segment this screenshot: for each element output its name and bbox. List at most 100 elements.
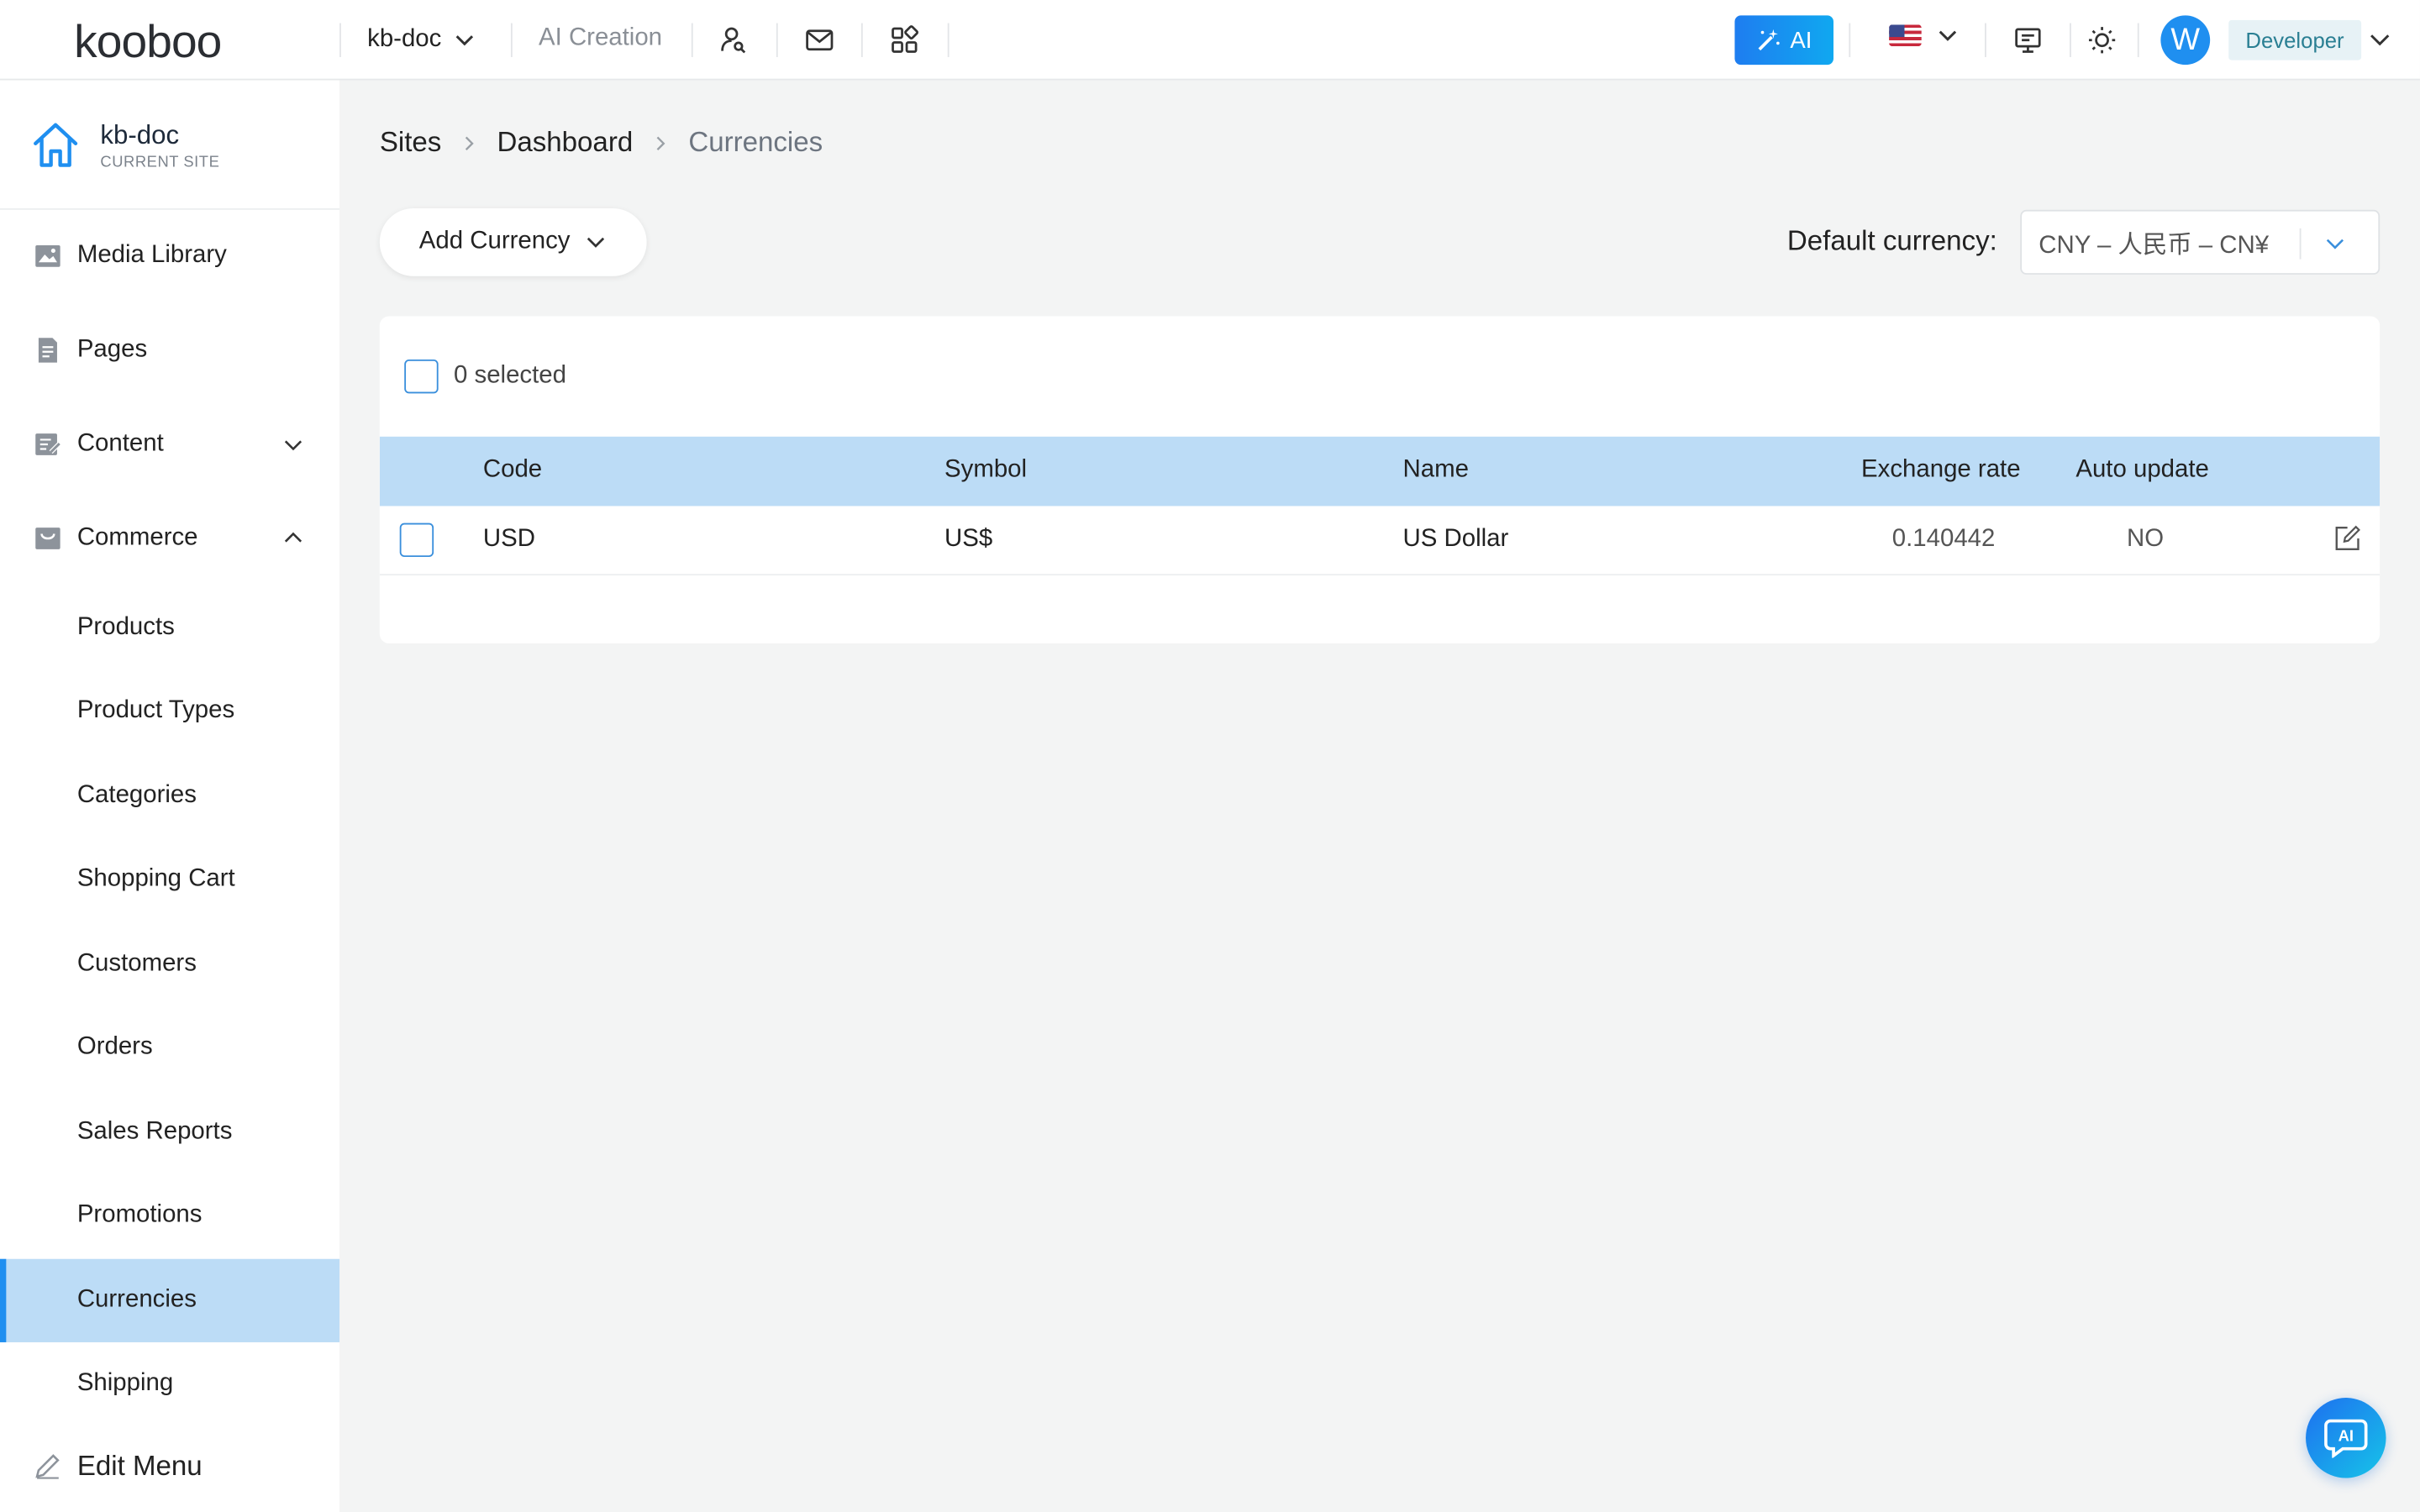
sidebar-item-label: Shipping: [76, 1369, 174, 1397]
divider: [860, 23, 863, 57]
sidebar-item-label: Sales Reports: [76, 1118, 233, 1145]
app-root: kooboo kb-doc AI Creation AI W Developer…: [0, 0, 2420, 1512]
cell-exchange-rate: 0.140442: [1891, 526, 1996, 553]
apps-icon[interactable]: [886, 22, 923, 59]
sidebar-item-label: Shopping Cart: [76, 865, 235, 892]
edit-menu-label: Edit Menu: [76, 1449, 203, 1481]
page-icon: [38, 338, 57, 363]
select-all-row: 0 selected: [404, 359, 566, 394]
sidebar-item-label: Promotions: [76, 1201, 203, 1229]
divider: [2137, 23, 2139, 57]
current-site-header[interactable]: kb-doc CURRENT SITE: [0, 81, 340, 210]
svg-text:AI: AI: [2338, 1426, 2354, 1444]
edit-icon[interactable]: [2333, 524, 2361, 552]
pencil-icon: [35, 1454, 60, 1479]
sidebar-item-products[interactable]: Products: [0, 586, 339, 669]
divider: [947, 23, 950, 57]
monitor-icon[interactable]: [2009, 22, 2046, 59]
sidebar-item-label: Currencies: [76, 1286, 197, 1314]
column-header-exchange-rate: Exchange rate: [1861, 456, 2021, 483]
sidebar-item-orders[interactable]: Orders: [0, 1006, 339, 1089]
divider: [691, 23, 693, 57]
user-search-icon[interactable]: [714, 22, 751, 59]
site-selector-label: kb-doc: [367, 26, 442, 53]
edit-menu-button[interactable]: Edit Menu: [0, 1424, 339, 1507]
table-row[interactable]: USD US$ US Dollar 0.140442 NO: [379, 506, 2381, 576]
column-header-name: Name: [1402, 456, 1469, 483]
kooboo-logo[interactable]: kooboo: [74, 15, 268, 67]
divider: [339, 23, 341, 57]
column-header-code: Code: [482, 456, 543, 483]
chevron-down-icon: [1939, 30, 1957, 41]
sidebar-item-media-library[interactable]: Media Library: [0, 214, 339, 297]
mail-icon[interactable]: [801, 22, 838, 59]
ai-creation-link[interactable]: AI Creation: [539, 24, 662, 52]
divider: [1984, 23, 1986, 57]
sidebar-item-commerce[interactable]: Commerce: [0, 496, 339, 580]
breadcrumb: Sites Dashboard Currencies: [380, 127, 823, 160]
divider: [1849, 23, 1851, 57]
sidebar-item-shopping-cart[interactable]: Shopping Cart: [0, 837, 339, 921]
currency-table-card: 0 selected Code Symbol Name Exchange rat…: [379, 316, 2381, 643]
chevron-down-icon: [2326, 239, 2344, 249]
chevron-down-icon: [455, 35, 474, 46]
sidebar-item-label: Media Library: [76, 242, 227, 269]
cell-auto-update: NO: [2126, 526, 2165, 553]
site-subtitle: CURRENT SITE: [100, 154, 220, 171]
sun-icon[interactable]: [2084, 22, 2121, 59]
chevron-down-icon: [587, 237, 605, 248]
divider: [776, 23, 778, 57]
sidebar-item-label: Pages: [76, 336, 148, 363]
content-icon: [35, 433, 61, 455]
breadcrumb-currencies: Currencies: [688, 126, 823, 158]
breadcrumb-dashboard[interactable]: Dashboard: [497, 127, 633, 160]
divider: [2299, 228, 2302, 260]
sidebar-item-label: Product Types: [76, 697, 235, 724]
role-dropdown-chevron[interactable]: [2367, 28, 2391, 60]
sidebar-item-label: Commerce: [76, 524, 198, 551]
us-flag-icon: [1889, 24, 1922, 47]
commerce-icon: [35, 528, 60, 549]
site-selector[interactable]: kb-doc: [367, 22, 476, 59]
default-currency-label: Default currency:: [1786, 225, 1997, 256]
sidebar-item-label: Content: [76, 430, 164, 457]
breadcrumb-sites[interactable]: Sites: [380, 127, 442, 160]
divider: [510, 23, 513, 57]
sidebar-item-label: Products: [76, 614, 175, 641]
select-all-checkbox[interactable]: [404, 359, 439, 394]
sidebar-item-product-types[interactable]: Product Types: [0, 669, 339, 753]
sidebar-item-customers[interactable]: Customers: [0, 922, 339, 1005]
sidebar-item-shipping[interactable]: Shipping: [0, 1342, 339, 1425]
selected-count: 0 selected: [453, 362, 566, 389]
cell-symbol: US$: [944, 526, 993, 553]
ai-button[interactable]: AI: [1734, 15, 1833, 66]
default-currency-value: CNY – 人民币 – CN¥: [2039, 233, 2270, 260]
user-avatar[interactable]: W: [2160, 15, 2211, 66]
magic-wand-icon: [1758, 29, 1780, 51]
site-name: kb-doc: [100, 120, 180, 150]
svg-text:kooboo: kooboo: [74, 15, 221, 65]
chevron-down-icon: [2370, 34, 2390, 46]
sidebar-item-categories[interactable]: Categories: [0, 754, 339, 837]
ai-chat-button[interactable]: AI: [2306, 1398, 2386, 1478]
sidebar-item-content[interactable]: Content: [0, 402, 339, 486]
row-checkbox[interactable]: [399, 522, 434, 558]
column-header-symbol: Symbol: [944, 456, 1028, 483]
cell-name: US Dollar: [1402, 526, 1509, 553]
column-header-auto-update: Auto update: [2075, 456, 2209, 483]
sidebar-item-pages[interactable]: Pages: [0, 308, 339, 391]
default-currency-select[interactable]: CNY – 人民币 – CN¥: [2020, 209, 2381, 275]
image-icon: [35, 245, 60, 267]
sidebar-item-promotions[interactable]: Promotions: [0, 1174, 339, 1257]
sidebar-item-sales-reports[interactable]: Sales Reports: [0, 1091, 339, 1174]
table-header: Code Symbol Name Exchange rate Auto upda…: [379, 436, 2381, 507]
divider: [2070, 23, 2071, 57]
chevron-right-icon: [651, 134, 670, 152]
ai-button-label: AI: [1790, 27, 1812, 54]
sidebar-item-currencies[interactable]: Currencies: [0, 1258, 340, 1342]
top-bar: kooboo kb-doc AI Creation AI W Developer: [0, 0, 2420, 81]
language-selector[interactable]: [1889, 24, 1959, 47]
add-currency-button[interactable]: Add Currency: [379, 207, 647, 276]
role-badge[interactable]: Developer: [2228, 19, 2361, 60]
add-currency-label: Add Currency: [418, 228, 571, 255]
